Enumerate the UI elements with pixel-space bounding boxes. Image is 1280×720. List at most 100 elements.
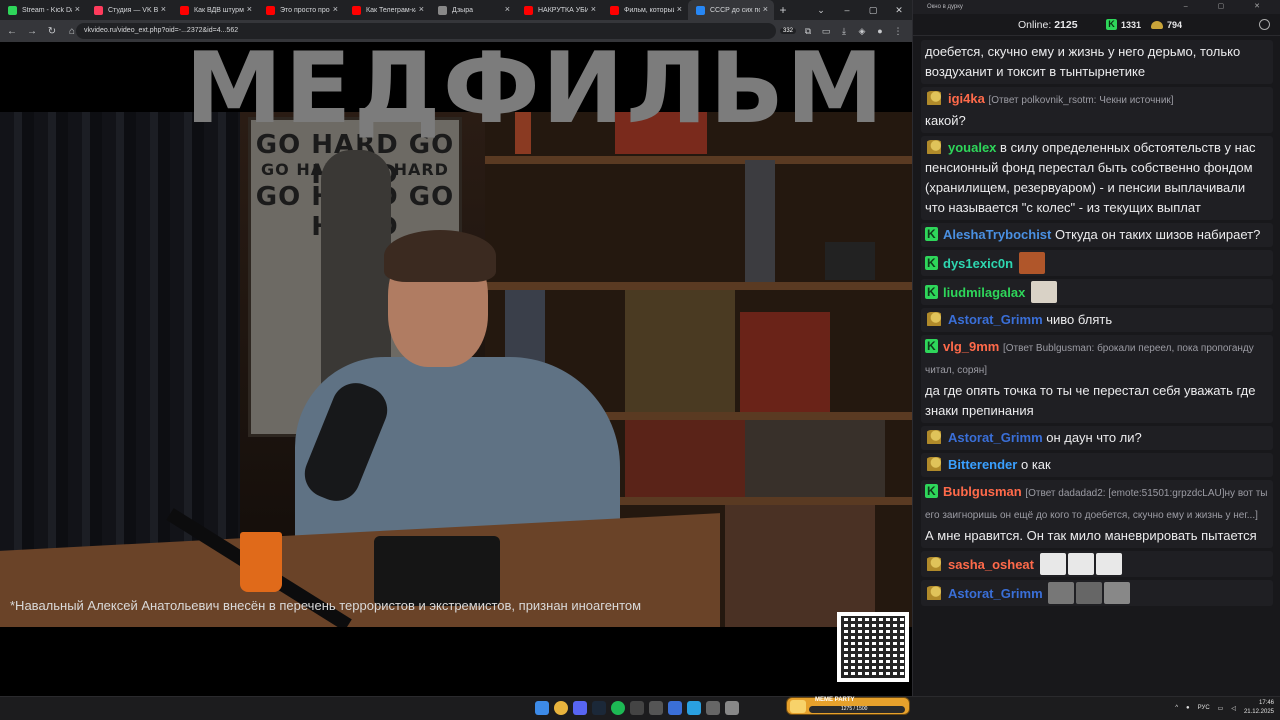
- camera: [825, 242, 875, 280]
- emote-image: [1018, 252, 1045, 274]
- toolbar-icons: 332 ⧉ ▭ ⤓ ◈ ● ⋮: [780, 20, 904, 42]
- obs-icon[interactable]: [630, 701, 644, 715]
- chat-username[interactable]: Astorat_Grimm: [948, 586, 1043, 601]
- chat-message: Astorat_Grimm чиво блять: [921, 308, 1273, 332]
- new-tab-button[interactable]: +: [774, 3, 792, 17]
- hat-badge-icon: [925, 140, 943, 154]
- browser-tab[interactable]: Как Телеграм-кана×: [344, 0, 430, 20]
- chat-window-titlebar: Окно в дурку – ▢ ✕: [913, 0, 1280, 14]
- browser-tab-active[interactable]: СССР до сих по ×: [688, 0, 774, 20]
- tab-title: Stream - Kick Dash: [22, 6, 72, 14]
- chat-username[interactable]: AleshaTrybochist: [943, 227, 1051, 242]
- chat-message: youalex в силу определенных обстоятельст…: [921, 136, 1273, 220]
- tab-search-icon[interactable]: ⌄: [808, 5, 834, 16]
- close-window-icon[interactable]: ✕: [886, 5, 912, 16]
- close-tab-icon[interactable]: ×: [333, 4, 338, 14]
- chat-message: Astorat_Grimm он даун что ли?: [921, 426, 1273, 450]
- book: [745, 420, 885, 497]
- chat-username[interactable]: Astorat_Grimm: [948, 430, 1043, 445]
- chat-window-controls[interactable]: – ▢ ✕: [1184, 0, 1274, 14]
- microphone-icon[interactable]: ●: [1186, 705, 1190, 711]
- browser-tab[interactable]: Stream - Kick Dash×: [0, 0, 86, 20]
- app-icon[interactable]: [725, 701, 739, 715]
- tab-favicon-icon: [524, 6, 533, 15]
- close-tab-icon[interactable]: ×: [419, 4, 424, 14]
- volume-icon[interactable]: ◁: [1231, 705, 1236, 712]
- hat-badge-icon: [925, 586, 943, 600]
- chat-username[interactable]: vlg_9mm: [943, 339, 999, 354]
- browser-tab[interactable]: НАКРУТКА УБИВАЕ×: [516, 0, 602, 20]
- minimize-icon[interactable]: –: [834, 5, 860, 15]
- chat-message: igi4ka [Ответ polkovnik_rsotm: Чекни ист…: [921, 87, 1273, 133]
- back-icon[interactable]: ←: [4, 26, 20, 37]
- clock-time: 17:46: [1258, 700, 1274, 706]
- taskbar-apps: [535, 701, 739, 715]
- cat-emote-image: [1031, 281, 1057, 303]
- kick-badge-icon: [925, 224, 938, 244]
- extensions-icon[interactable]: ⧉: [802, 26, 814, 37]
- kick-badge-icon: [925, 282, 938, 302]
- close-tab-icon[interactable]: ×: [677, 4, 682, 14]
- start-icon[interactable]: [535, 701, 549, 715]
- steam-icon[interactable]: [592, 701, 606, 715]
- chat-message: доебется, скучно ему и жизнь у него дерь…: [921, 40, 1273, 84]
- menu-icon[interactable]: ⋮: [892, 26, 904, 37]
- browser-tab[interactable]: Дзыра ×: [430, 0, 516, 20]
- chrome-icon[interactable]: [554, 701, 568, 715]
- close-tab-icon[interactable]: ×: [161, 4, 166, 14]
- chat-username[interactable]: dys1exic0n: [943, 256, 1013, 271]
- emote-image: [1095, 553, 1122, 575]
- reload-icon[interactable]: ↻: [44, 26, 60, 37]
- chat-username[interactable]: Astorat_Grimm: [948, 312, 1043, 327]
- chat-username[interactable]: liudmilagalax: [943, 285, 1025, 300]
- url-input[interactable]: vkvideo.ru/video_ext.php?oid=-...2372&id…: [76, 23, 776, 39]
- vpn-icon[interactable]: ◈: [856, 26, 868, 37]
- chat-username[interactable]: Bublgusman: [943, 484, 1022, 499]
- app-icon[interactable]: [649, 701, 663, 715]
- forward-icon[interactable]: →: [24, 26, 40, 37]
- reply-reference: [Ответ polkovnik_rsotm: Чекни источник]: [988, 95, 1174, 106]
- chat-username[interactable]: Bitterender: [948, 457, 1017, 472]
- maximize-icon[interactable]: ▢: [860, 5, 886, 16]
- browser-tab[interactable]: Студия — VK Видео×: [86, 0, 172, 20]
- browser-tab[interactable]: Фильм, который с×: [602, 0, 688, 20]
- video-frame: GO HARD GO HARD GO HARD GO HARD GO HARD …: [0, 112, 912, 627]
- tab-title: Это просто провал: [280, 6, 330, 14]
- app-icon[interactable]: [706, 701, 720, 715]
- tab-favicon-icon: [8, 6, 17, 15]
- message-text: Откуда он таких шизов набирает?: [1055, 227, 1261, 242]
- close-tab-icon[interactable]: ×: [75, 4, 80, 14]
- telegram-icon[interactable]: [687, 701, 701, 715]
- close-tab-icon[interactable]: ×: [505, 4, 510, 14]
- sidebar-icon[interactable]: ▭: [820, 26, 832, 37]
- language-indicator[interactable]: РУС: [1198, 705, 1210, 711]
- chat-username[interactable]: igi4ka: [948, 91, 985, 106]
- profile-icon[interactable]: ●: [874, 26, 886, 36]
- hat-badge-icon: [925, 430, 943, 444]
- download-icon[interactable]: ⤓: [838, 26, 850, 37]
- chat-username[interactable]: youalex: [948, 140, 996, 155]
- discord-icon[interactable]: [573, 701, 587, 715]
- hat-badge-icon: [925, 91, 943, 105]
- chat-window: Окно в дурку – ▢ ✕ Online: 2125 K 1331 7…: [912, 0, 1280, 696]
- clock[interactable]: 17:46 21.12.2025: [1244, 699, 1274, 717]
- tab-favicon-icon: [352, 6, 361, 15]
- emote-image: [1104, 582, 1131, 604]
- spotify-icon[interactable]: [611, 701, 625, 715]
- browser-tab[interactable]: Это просто провал×: [258, 0, 344, 20]
- qr-pattern: [841, 616, 905, 678]
- doge-icon: [790, 700, 806, 713]
- app-icon[interactable]: [668, 701, 682, 715]
- video-player[interactable]: GO HARD GO HARD GO HARD GO HARD GO HARD …: [0, 42, 912, 696]
- close-tab-icon[interactable]: ×: [591, 4, 596, 14]
- tray-expand-icon[interactable]: ^: [1175, 705, 1178, 711]
- system-tray: ^ ● РУС ▭ ◁ 17:46 21.12.2025: [1175, 699, 1274, 717]
- tablet: [374, 536, 500, 606]
- browser-tab[interactable]: Как ВДВ штурмуют×: [172, 0, 258, 20]
- chat-username[interactable]: sasha_osheat: [948, 557, 1034, 572]
- network-icon[interactable]: ▭: [1218, 705, 1224, 712]
- extension-badge[interactable]: 332: [780, 28, 796, 34]
- close-tab-icon[interactable]: ×: [763, 4, 768, 14]
- chat-message: Astorat_Grimm: [921, 580, 1273, 606]
- close-tab-icon[interactable]: ×: [247, 4, 252, 14]
